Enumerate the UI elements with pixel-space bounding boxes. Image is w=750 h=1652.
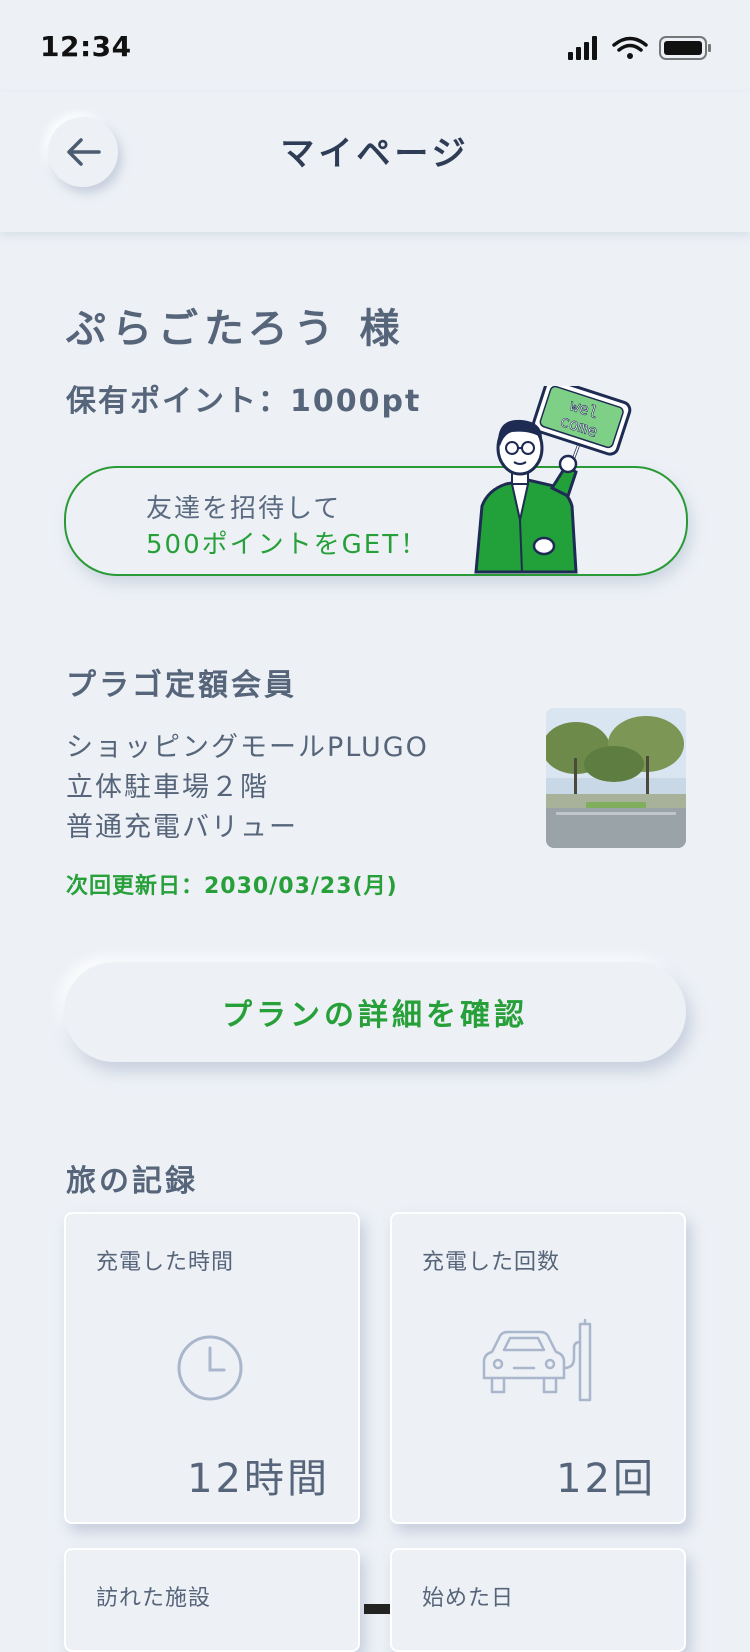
points-balance: 保有ポイント：1000pt [66,384,422,419]
card-label: 充電した回数 [422,1250,561,1275]
page-title: マイページ [280,134,470,174]
record-card-start-date[interactable]: 始めた日 [390,1548,686,1652]
status-time: 12:34 [40,30,132,63]
status-bar: 12:34 [0,0,750,92]
facility-photo [546,708,686,848]
records-title: 旅の記録 [66,1164,198,1199]
car-charging-icon [482,1318,592,1402]
record-card-visited-facilities[interactable]: 訪れた施設 [64,1548,360,1652]
wifi-icon [612,36,648,59]
facility-location: 立体駐車場２階 [66,772,269,803]
card-value: 12回 [556,1456,656,1502]
invite-text-line1: 友達を招待して [146,494,342,524]
status-icons [568,34,718,62]
plan-type: 普通充電バリュー [66,812,298,843]
invite-text-line2: 500ポイントをGET！ [146,530,429,560]
battery-icon [659,36,711,60]
welcome-mascot-illustration: wel come [474,386,632,574]
record-card-charge-count[interactable]: 充電した回数 12回 [390,1212,686,1524]
plan-details-button[interactable]: プランの詳細を確認 [64,962,686,1062]
card-label: 充電した時間 [96,1250,235,1275]
renewal-date: 次回更新日：2030/03/23(月) [66,874,398,899]
card-label: 訪れた施設 [96,1586,212,1611]
plan-facility-info: ショッピングモールPLUGO 立体駐車場２階 普通充電バリュー [66,728,429,848]
clock-icon [177,1335,243,1401]
plan-title: プラゴ定額会員 [66,668,297,703]
card-label: 始めた日 [422,1586,515,1611]
facility-name: ショッピングモールPLUGO [66,732,429,763]
record-card-charge-time[interactable]: 充電した時間 12時間 [64,1212,360,1524]
card-value: 12時間 [187,1456,330,1502]
user-name: ぷらごたろう 様 [66,306,406,352]
header: マイページ [0,92,750,232]
signal-icon [568,36,597,60]
home-indicator [364,1604,390,1614]
